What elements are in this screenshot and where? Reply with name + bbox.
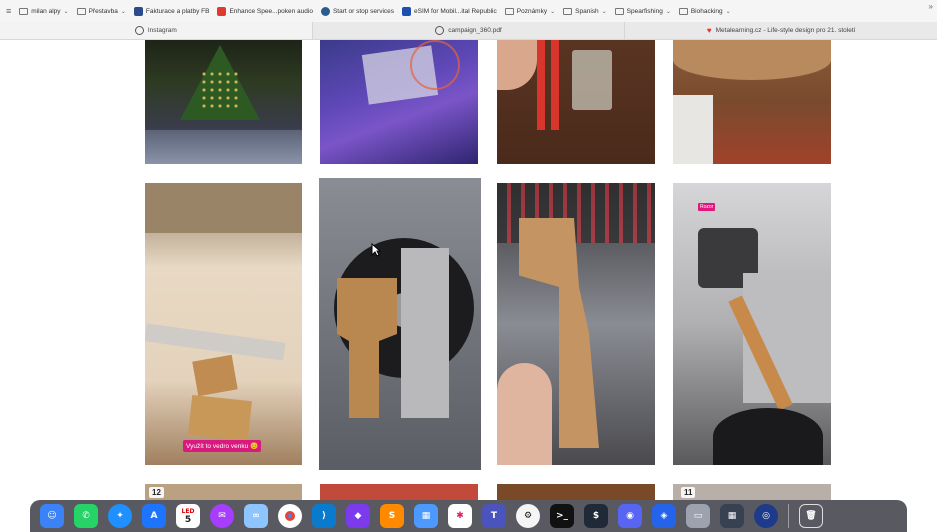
whatsapp-icon[interactable]: ✆ (74, 504, 98, 528)
bag-image (572, 50, 612, 110)
insulation-board-image (145, 183, 302, 233)
macos-dock: ☺ ✆ ✦ A LED 5 ✉ ∞ ⟩ ◆ S ▦ ✱ T ⚙ >_ $ ◉ ◈ … (30, 500, 907, 532)
bookmark-spanish[interactable]: Spanish ⌄ (563, 7, 607, 15)
bookmark-spearfishing[interactable]: Spearfishing ⌄ (614, 7, 671, 15)
post-tile[interactable]: 12 (145, 484, 302, 500)
wooden-board-image (673, 40, 831, 80)
teams-icon[interactable]: T (482, 504, 506, 528)
folder-icon (504, 7, 514, 15)
chatgpt-icon[interactable]: ⚙ (516, 504, 540, 528)
post-tile[interactable]: Využít to vedro venku 😊 (145, 183, 302, 465)
chrome-icon[interactable] (278, 504, 302, 528)
trash-icon[interactable]: 🗑 (799, 504, 823, 528)
post-tile[interactable] (497, 183, 655, 465)
post-tile[interactable] (319, 178, 481, 470)
chevron-down-icon: ⌄ (120, 8, 126, 15)
terminal-icon[interactable]: >_ (550, 504, 574, 528)
foil-strip-image (145, 323, 286, 361)
folder-icon (678, 7, 688, 15)
facebook-icon (133, 6, 143, 16)
bookmark-biohacking[interactable]: Biohacking ⌄ (678, 7, 731, 15)
chevron-down-icon: ⌄ (550, 8, 556, 15)
sidebar-menu-icon[interactable]: ≡ (6, 6, 11, 16)
discord-icon[interactable]: ◉ (618, 504, 642, 528)
post-tile[interactable] (145, 40, 302, 164)
bookmark-prestavba[interactable]: Přestavba ⌄ (76, 7, 126, 15)
instagram-icon (134, 26, 144, 35)
bookmark-enhance-speech[interactable]: Enhance Spee...poken audio (217, 6, 313, 16)
chevron-down-icon: ⌄ (601, 8, 607, 15)
post-sticker: Rozor (698, 203, 716, 211)
finder-icon[interactable]: ☺ (40, 504, 64, 528)
esim-icon (402, 6, 412, 16)
screenshot-icon[interactable]: ◎ (754, 504, 778, 528)
tree-lights (200, 70, 240, 110)
cables-image (410, 40, 460, 90)
red-rods-image-2 (551, 40, 559, 130)
vscode-icon[interactable]: ⟩ (312, 504, 336, 528)
folder-icon (614, 7, 624, 15)
post-tile[interactable] (497, 40, 655, 164)
preview-icon[interactable]: ▭ (686, 504, 710, 528)
folder-icon (76, 7, 86, 15)
post-tile[interactable] (497, 484, 655, 500)
floor (145, 130, 302, 164)
cardboard-piece-image-2 (188, 394, 252, 442)
tab-metalearning[interactable]: ♥ Metalearning.cz - Life-style design pro… (624, 22, 937, 39)
foil-panel-image (401, 248, 449, 418)
black-stool-image (713, 408, 823, 465)
slack-icon[interactable]: ✱ (448, 504, 472, 528)
bookmark-poznamky[interactable]: Poznámky ⌄ (504, 7, 556, 15)
tab-instagram[interactable]: Instagram (0, 22, 312, 39)
instagram-grid: Využít to vedro venku 😊 Rozor 12 11 (0, 40, 937, 500)
red-rods-image (537, 40, 545, 130)
bookmark-esim[interactable]: eSIM for Mobil...ital Republic (402, 6, 497, 16)
chevron-down-icon: ⌄ (725, 8, 731, 15)
app-store-icon[interactable]: A (142, 504, 166, 528)
cardboard-piece-image (192, 354, 238, 397)
adobe-icon (217, 6, 227, 16)
overflow-chevron-icon[interactable]: » (929, 2, 933, 11)
folder-icon (563, 7, 573, 15)
post-tile[interactable]: 11 (673, 484, 831, 500)
bookmark-start-stop-services[interactable]: Start or stop services (320, 6, 394, 16)
post-tile[interactable] (320, 40, 478, 164)
calculator-icon[interactable]: ▦ (720, 504, 744, 528)
tab-campaign-pdf[interactable]: campaign_360.pdf (311, 22, 625, 39)
post-tile[interactable]: Rozor (673, 183, 831, 465)
cursor-app-icon[interactable]: ◈ (652, 504, 676, 528)
service-icon (320, 6, 330, 16)
chevron-down-icon: ⌄ (665, 8, 671, 15)
post-number: 11 (681, 487, 696, 498)
files-icon[interactable]: ▦ (414, 504, 438, 528)
pdf-icon (435, 26, 445, 35)
bookmark-fakturace[interactable]: Fakturace a platby FB (133, 6, 209, 16)
sublime-icon[interactable]: S (380, 504, 404, 528)
folder-icon (19, 7, 29, 15)
bookmark-milan-alpy[interactable]: milan alpy ⌄ (19, 7, 69, 15)
hand-image (497, 40, 537, 90)
bookmarks-bar: ≡ milan alpy ⌄ Přestavba ⌄ Fakturace a pla… (0, 0, 937, 22)
messenger-icon[interactable]: ✉ (210, 504, 234, 528)
white-box-image (673, 95, 713, 164)
finder-alt-icon[interactable]: ∞ (244, 504, 268, 528)
post-tile[interactable] (320, 484, 478, 500)
dock-separator (788, 504, 789, 528)
post-tile[interactable] (673, 40, 831, 164)
hand-holding-image (497, 363, 552, 465)
post-number: 12 (149, 487, 164, 498)
obsidian-icon[interactable]: ◆ (346, 504, 370, 528)
mouse-cursor-icon (371, 243, 381, 257)
chevron-down-icon: ⌄ (63, 8, 69, 15)
tab-bar: Instagram campaign_360.pdf ♥ Metalearning… (0, 22, 937, 40)
safari-icon[interactable]: ✦ (108, 504, 132, 528)
calendar-icon[interactable]: LED 5 (176, 504, 200, 528)
iterm-icon[interactable]: $ (584, 504, 608, 528)
heart-icon: ♥ (706, 26, 712, 35)
post-caption: Využít to vedro venku 😊 (183, 440, 262, 452)
